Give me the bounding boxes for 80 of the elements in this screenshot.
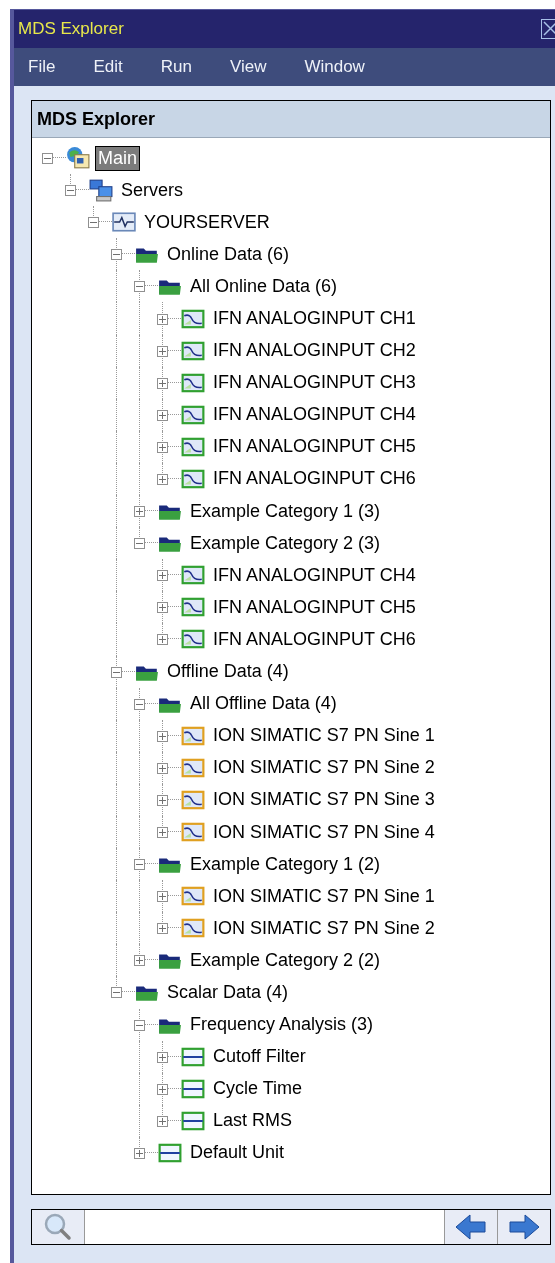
- tree-item[interactable]: IFN ANALOGINPUT CH1: [210, 306, 419, 331]
- expand-toggle[interactable]: [157, 602, 168, 614]
- tree-item[interactable]: Default Unit: [187, 1140, 288, 1166]
- tree-item[interactable]: All Offline Data (4): [187, 691, 340, 717]
- expand-toggle[interactable]: [134, 506, 145, 518]
- waveform-icon: [112, 210, 136, 235]
- tree-item[interactable]: Cycle Time: [210, 1076, 305, 1102]
- expand-toggle[interactable]: [157, 409, 168, 421]
- expand-toggle[interactable]: [157, 474, 168, 485]
- collapse-toggle[interactable]: [42, 153, 53, 165]
- tree-item[interactable]: Servers: [118, 177, 186, 203]
- expand-toggle[interactable]: [157, 762, 168, 774]
- tree-item[interactable]: Example Category 2 (2): [187, 947, 384, 973]
- tree-item[interactable]: Frequency Analysis (3): [187, 1012, 377, 1038]
- tree-item[interactable]: IFN ANALOGINPUT CH6: [210, 466, 419, 492]
- collapse-toggle[interactable]: [134, 538, 145, 550]
- tree-item[interactable]: Example Category 1 (3): [187, 498, 384, 524]
- back-button[interactable]: [444, 1210, 497, 1244]
- expand-toggle[interactable]: [134, 955, 145, 967]
- tree-item[interactable]: ION SIMATIC S7 PN Sine 1: [210, 723, 438, 749]
- tree-item[interactable]: ION SIMATIC S7 PN Sine 4: [210, 819, 438, 845]
- tree-item[interactable]: ION SIMATIC S7 PN Sine 1: [210, 883, 438, 909]
- globe-window-icon: [66, 146, 90, 171]
- chart-icon: [181, 820, 205, 844]
- tree-item[interactable]: Main: [95, 145, 140, 171]
- tree-item[interactable]: Offline Data (4): [164, 659, 292, 685]
- tree-item[interactable]: Last RMS: [210, 1108, 296, 1134]
- expand-toggle[interactable]: [157, 1051, 168, 1063]
- menu-item[interactable]: Window: [304, 57, 365, 77]
- menu-item[interactable]: View: [229, 57, 267, 77]
- collapse-toggle[interactable]: [134, 698, 145, 710]
- tree-item[interactable]: IFN ANALOGINPUT CH2: [210, 338, 419, 364]
- expand-toggle[interactable]: [157, 313, 168, 325]
- collapse-toggle[interactable]: [134, 1019, 145, 1031]
- tree-item[interactable]: Scalar Data (4): [164, 980, 292, 1005]
- panel-title: MDS Explorer: [32, 101, 550, 138]
- tree-item[interactable]: All Online Data (6): [187, 273, 341, 299]
- expand-toggle[interactable]: [157, 923, 168, 935]
- menu-item[interactable]: Run: [160, 57, 192, 77]
- tree-item[interactable]: ION SIMATIC S7 PN Sine 2: [210, 755, 438, 781]
- tree-item[interactable]: IFN ANALOGINPUT CH3: [210, 370, 419, 396]
- menu-item[interactable]: File: [28, 57, 56, 77]
- computers-icon: [89, 178, 113, 203]
- expand-toggle[interactable]: [157, 634, 168, 646]
- expand-toggle[interactable]: [157, 1083, 168, 1095]
- collapse-toggle[interactable]: [111, 249, 122, 261]
- tree-item[interactable]: Cutoff Filter: [210, 1044, 309, 1070]
- search-icon[interactable]: [43, 1212, 73, 1242]
- tree-item[interactable]: IFN ANALOGINPUT CH6: [210, 626, 419, 652]
- collapse-toggle[interactable]: [111, 666, 122, 678]
- expand-toggle[interactable]: [157, 794, 168, 806]
- tree-item[interactable]: ION SIMATIC S7 PN Sine 3: [210, 787, 438, 813]
- collapse-toggle[interactable]: [134, 859, 145, 871]
- tree-item[interactable]: IFN ANALOGINPUT CH5: [210, 434, 419, 460]
- collapse-toggle[interactable]: [88, 217, 99, 229]
- window-title: MDS Explorer: [18, 19, 124, 39]
- tree-item[interactable]: ION SIMATIC S7 PN Sine 2: [210, 915, 438, 941]
- expand-toggle[interactable]: [157, 730, 168, 742]
- expand-toggle[interactable]: [134, 1147, 145, 1159]
- expand-toggle[interactable]: [157, 891, 168, 903]
- expand-toggle[interactable]: [157, 441, 168, 453]
- expand-toggle[interactable]: [157, 570, 168, 582]
- menu-item[interactable]: Edit: [93, 57, 123, 77]
- tree-item[interactable]: Example Category 2 (3): [187, 530, 384, 556]
- expand-toggle[interactable]: [157, 345, 168, 357]
- close-button[interactable]: [541, 19, 555, 39]
- tree-item[interactable]: YOURSERVER: [141, 209, 273, 235]
- collapse-toggle[interactable]: [134, 281, 145, 293]
- tree-item[interactable]: Example Category 1 (2): [187, 851, 384, 877]
- collapse-toggle[interactable]: [65, 185, 76, 197]
- collapse-toggle[interactable]: [111, 987, 122, 999]
- tree-item[interactable]: IFN ANALOGINPUT CH4: [210, 562, 419, 588]
- expand-toggle[interactable]: [157, 827, 168, 838]
- tree-item[interactable]: IFN ANALOGINPUT CH4: [210, 402, 419, 428]
- tree-item[interactable]: IFN ANALOGINPUT CH5: [210, 594, 419, 620]
- expand-toggle[interactable]: [157, 1115, 168, 1127]
- forward-button[interactable]: [497, 1210, 550, 1244]
- chart-icon: [181, 467, 205, 491]
- expand-toggle[interactable]: [157, 377, 168, 389]
- tree-item[interactable]: Online Data (6): [164, 241, 293, 267]
